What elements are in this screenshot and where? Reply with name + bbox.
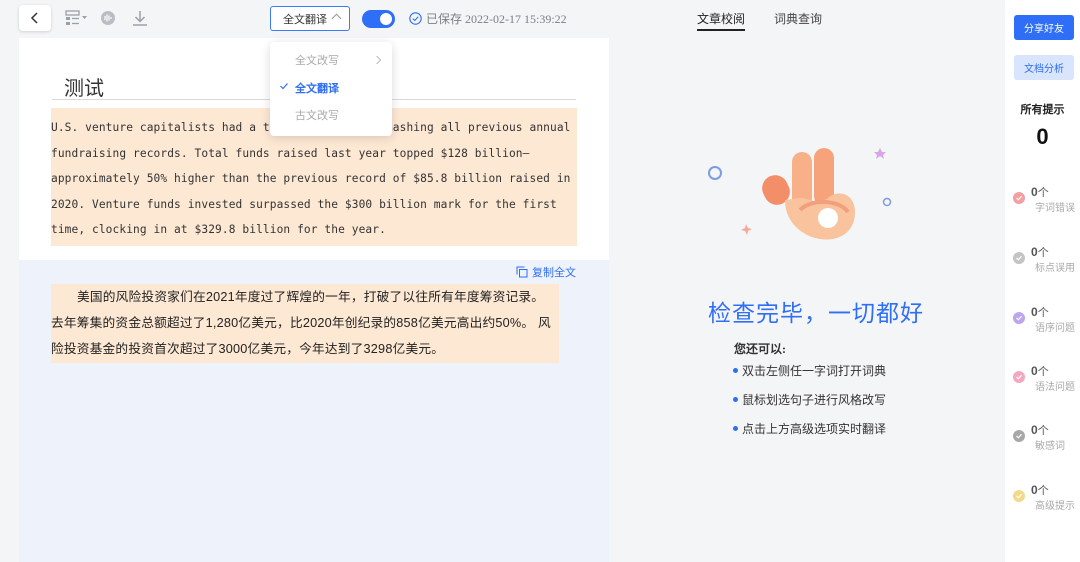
tip-item: 双击左侧任一字词打开词典	[733, 362, 886, 379]
save-status: 已保存 2022-02-17 15:39:22	[409, 10, 567, 27]
menu-item-label: 全文翻译	[295, 83, 339, 95]
check-circle-icon	[1013, 312, 1025, 324]
bullet-icon	[733, 426, 738, 431]
tip-item: 鼠标划选句子进行风格改写	[733, 391, 886, 408]
save-status-text: 已保存 2022-02-17 15:39:22	[426, 12, 567, 26]
check-circle-icon	[1013, 192, 1025, 204]
mode-dropdown: 全文改写 全文翻译 古文改写	[270, 42, 392, 136]
bullet-icon	[733, 368, 738, 373]
check-complete-text: 检查完毕，一切都好	[708, 301, 924, 326]
category-count: 0个	[1031, 364, 1049, 378]
category-label: 语序问题	[1035, 323, 1075, 334]
all-tips-label: 所有提示	[1020, 104, 1065, 116]
category-label: 标点误用	[1035, 263, 1075, 274]
menu-item-full-translate[interactable]: 全文翻译	[270, 75, 392, 101]
tip-text: 鼠标划选句子进行风格改写	[742, 393, 887, 407]
check-circle-icon	[1013, 430, 1025, 442]
category-punctuation[interactable]: 0个 标点误用	[1013, 244, 1080, 274]
realtime-toggle[interactable]	[362, 10, 395, 28]
category-count: 0个	[1031, 305, 1049, 319]
ok-hand-illustration	[708, 148, 892, 240]
copy-icon	[516, 266, 528, 278]
chevron-left-icon	[30, 12, 38, 24]
chevron-right-icon	[372, 55, 382, 65]
tip-text: 双击左侧任一字词打开词典	[742, 364, 887, 378]
category-count: 0个	[1031, 483, 1049, 497]
all-tips-count: 0	[1036, 124, 1049, 149]
category-count: 0个	[1031, 423, 1049, 437]
category-label: 字词错误	[1035, 203, 1075, 214]
toggle-knob	[380, 13, 392, 25]
copy-all-label: 复制全文	[532, 267, 576, 279]
tip-item: 点击上方高级选项实时翻译	[733, 420, 886, 437]
menu-item-classical-rewrite[interactable]: 古文改写	[270, 102, 392, 128]
tab-dictionary[interactable]: 词典查询	[774, 10, 822, 27]
tab-article-review[interactable]: 文章校阅	[697, 10, 746, 31]
check-circle-icon	[1013, 371, 1025, 383]
category-advanced-tips[interactable]: 0个 高级提示	[1013, 482, 1080, 512]
translation-panel: 复制全文 美国的风险投资家们在2021年度过了辉煌的一年，打破了以往所有年度筹资…	[19, 260, 609, 562]
share-button[interactable]: 分享好友	[1014, 15, 1074, 40]
suggestions-sidebar: 分享好友 文档分析 所有提示 0 0个 字词错误 0个 标点误用 0个 语序问题…	[1005, 0, 1080, 562]
tips-title: 您还可以:	[734, 342, 786, 356]
menu-item-label: 全文改写	[295, 55, 339, 67]
category-label: 敏感词	[1035, 441, 1065, 452]
bullet-icon	[733, 397, 738, 402]
category-sensitive-words[interactable]: 0个 敏感词	[1013, 422, 1080, 452]
translation-text[interactable]: 美国的风险投资家们在2021年度过了辉煌的一年，打破了以往所有年度筹资记录。 去…	[51, 284, 559, 363]
category-count: 0个	[1031, 245, 1049, 259]
category-word-error[interactable]: 0个 字词错误	[1013, 184, 1080, 214]
mode-select-value: 全文翻译	[283, 13, 327, 26]
document-analysis-button[interactable]: 文档分析	[1014, 55, 1074, 80]
check-circle-icon	[1013, 252, 1025, 264]
menu-item-full-rewrite[interactable]: 全文改写	[270, 47, 392, 73]
layout-menu-icon[interactable]	[65, 8, 89, 28]
menu-item-label: 古文改写	[295, 110, 339, 122]
chevron-up-icon	[331, 13, 342, 24]
mode-select[interactable]: 全文翻译	[270, 6, 350, 31]
category-word-order[interactable]: 0个 语序问题	[1013, 304, 1080, 334]
back-button[interactable]	[19, 5, 51, 31]
copy-all-button[interactable]: 复制全文	[516, 264, 576, 280]
category-label: 语法问题	[1035, 382, 1075, 393]
check-circle-icon	[409, 12, 422, 25]
tip-text: 点击上方高级选项实时翻译	[742, 422, 887, 436]
audio-icon[interactable]	[100, 8, 116, 28]
check-circle-icon	[1013, 490, 1025, 502]
download-icon[interactable]	[131, 8, 149, 28]
category-grammar[interactable]: 0个 语法问题	[1013, 363, 1080, 393]
check-icon	[280, 83, 288, 90]
category-label: 高级提示	[1035, 501, 1075, 512]
category-count: 0个	[1031, 185, 1049, 199]
